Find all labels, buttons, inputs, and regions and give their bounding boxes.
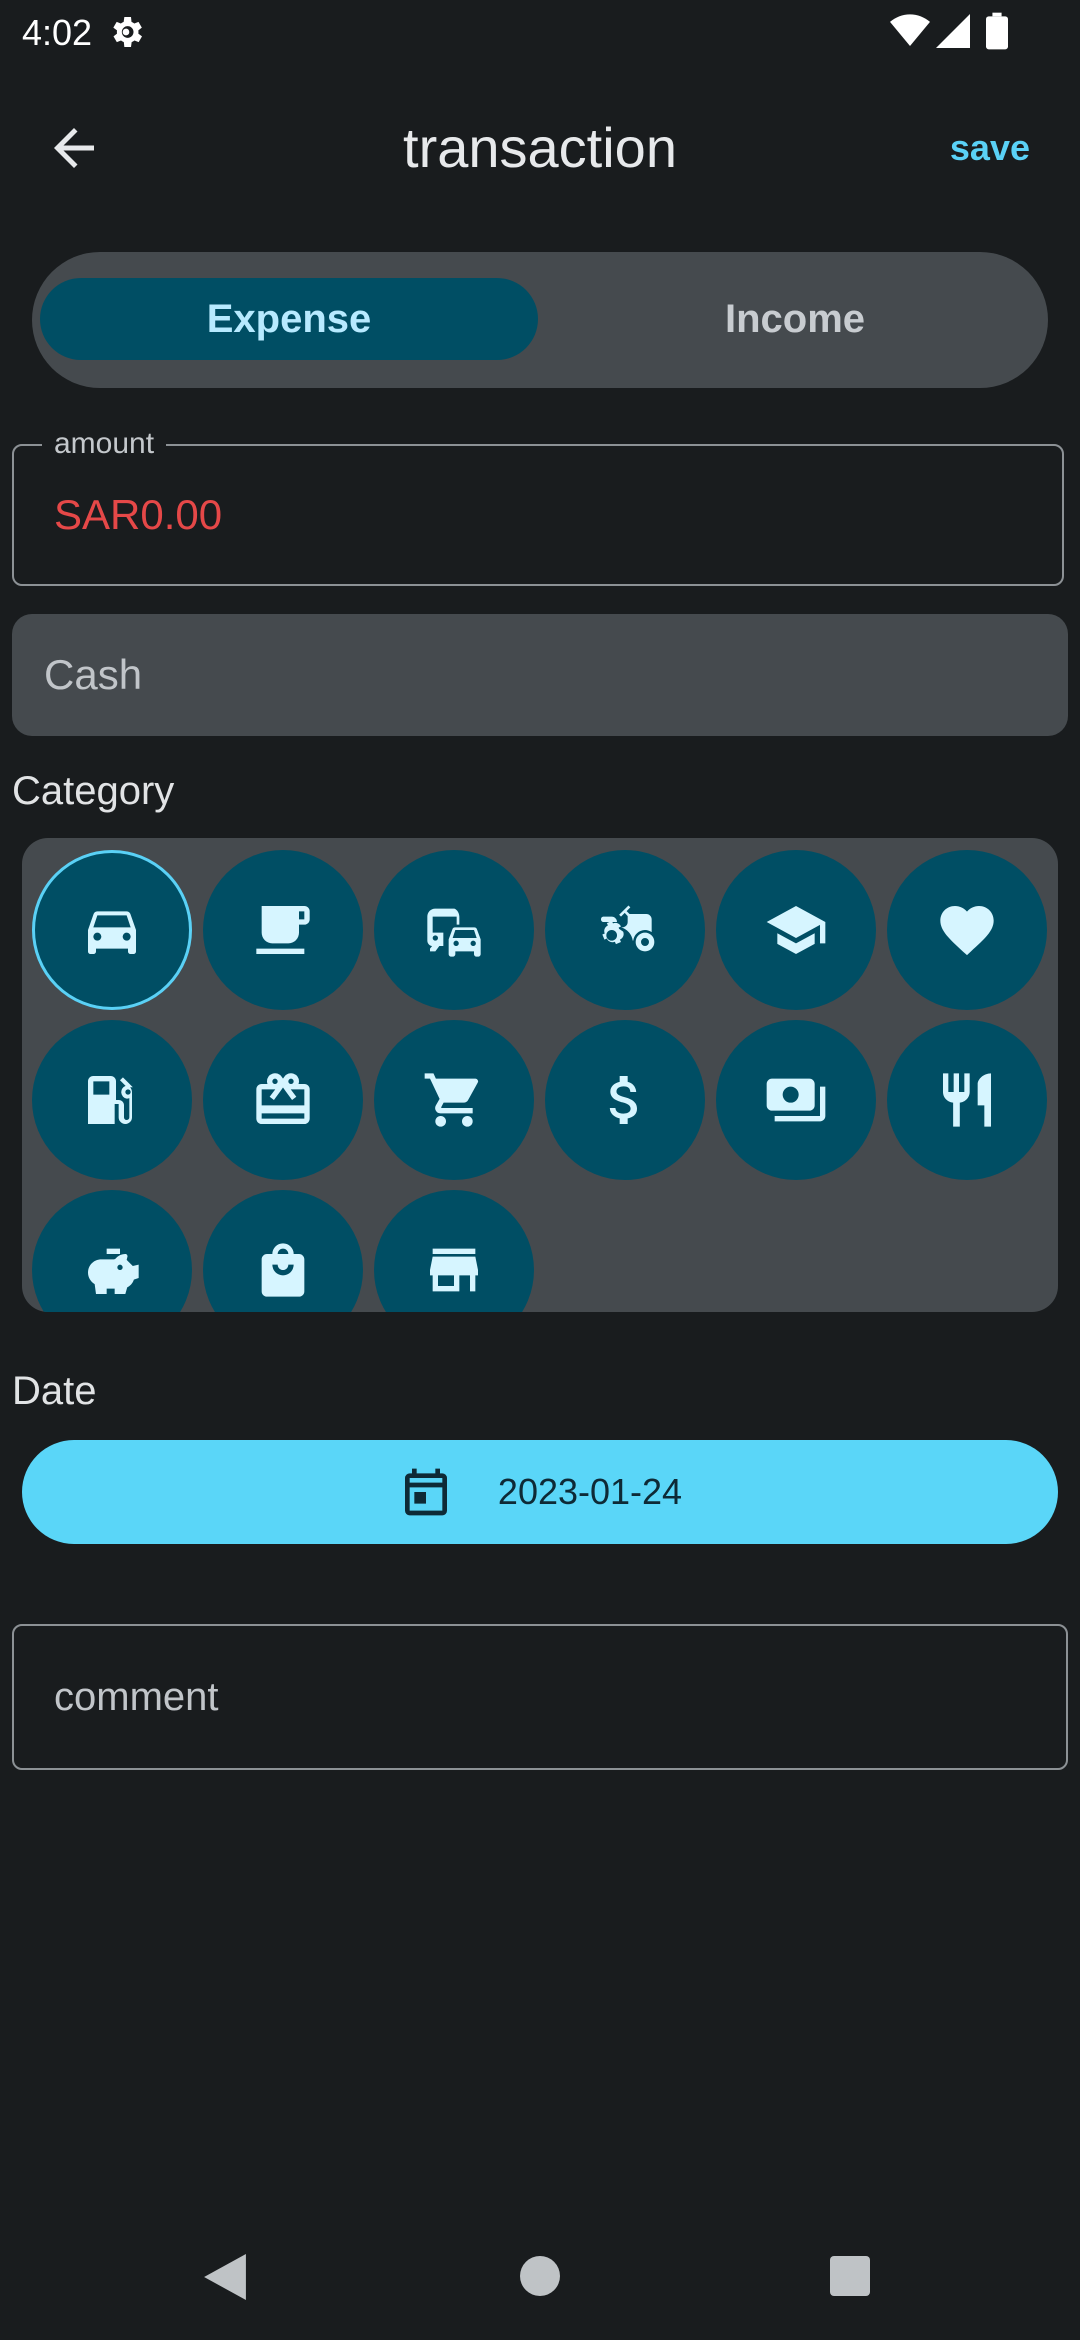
- date-value: 2023-01-24: [497, 1471, 683, 1512]
- category-label: Category: [12, 769, 175, 813]
- battery-icon: [986, 12, 1008, 50]
- category-gift-card-icon[interactable]: [203, 1020, 363, 1180]
- dollar-icon: [609, 1076, 637, 1124]
- category-tractor-icon[interactable]: [545, 850, 705, 1010]
- graduation-cap-icon: [766, 906, 826, 954]
- page-title: transaction: [403, 116, 677, 179]
- amount-value[interactable]: SAR0.00: [54, 490, 222, 540]
- nav-home-icon[interactable]: [520, 2256, 560, 2296]
- category-dollar-icon[interactable]: [545, 1020, 705, 1180]
- shopping-bag-icon: [261, 1243, 305, 1297]
- category-car-icon[interactable]: [32, 850, 192, 1010]
- status-time: 4:02: [22, 12, 93, 53]
- calendar-icon: [404, 1468, 447, 1516]
- nav-recents-icon[interactable]: [830, 2256, 870, 2296]
- tractor-icon: [601, 905, 655, 952]
- transaction-type-toggle: Expense Income: [32, 252, 1048, 388]
- settings-gear-icon: [113, 17, 142, 47]
- save-button[interactable]: save: [950, 124, 1030, 172]
- account-value: Cash: [44, 651, 143, 698]
- category-shopping-cart-icon[interactable]: [374, 1020, 534, 1180]
- category-storefront-icon[interactable]: [374, 1190, 534, 1312]
- money-bills-icon: [766, 1078, 826, 1122]
- nav-back-icon[interactable]: [204, 2254, 246, 2300]
- category-shopping-bag-icon[interactable]: [203, 1190, 363, 1312]
- category-commute-icon[interactable]: [374, 850, 534, 1010]
- category-money-bills-icon[interactable]: [716, 1020, 876, 1180]
- account-select[interactable]: Cash: [12, 614, 1068, 736]
- wifi-icon: [890, 14, 930, 47]
- amount-label: amount: [42, 426, 167, 462]
- commute-icon: [427, 908, 481, 957]
- heart-icon: [940, 906, 994, 956]
- date-label: Date: [12, 1369, 97, 1413]
- category-grid: [22, 838, 1058, 1312]
- restaurant-icon: [943, 1073, 991, 1127]
- comment-placeholder: comment: [54, 1675, 219, 1719]
- category-coffee-cup-icon[interactable]: [203, 850, 363, 1010]
- shopping-cart-icon: [424, 1073, 479, 1127]
- category-heart-icon[interactable]: [887, 850, 1047, 1010]
- category-restaurant-icon[interactable]: [887, 1020, 1047, 1180]
- gas-station-icon: [88, 1076, 133, 1124]
- expense-tab[interactable]: Expense: [40, 278, 538, 360]
- category-piggy-bank-icon[interactable]: [32, 1190, 192, 1312]
- coffee-cup-icon: [256, 906, 310, 954]
- car-icon: [88, 911, 136, 954]
- cell-signal-icon: [936, 14, 970, 48]
- gift-card-icon: [256, 1073, 310, 1124]
- date-picker-button[interactable]: 2023-01-24: [22, 1440, 1058, 1544]
- piggy-bank-icon: [88, 1248, 139, 1294]
- category-graduation-cap-icon[interactable]: [716, 850, 876, 1010]
- comment-field[interactable]: comment: [12, 1624, 1068, 1770]
- income-tab[interactable]: Income: [550, 278, 1040, 360]
- storefront-icon: [430, 1248, 478, 1292]
- category-gas-station-icon[interactable]: [32, 1020, 192, 1180]
